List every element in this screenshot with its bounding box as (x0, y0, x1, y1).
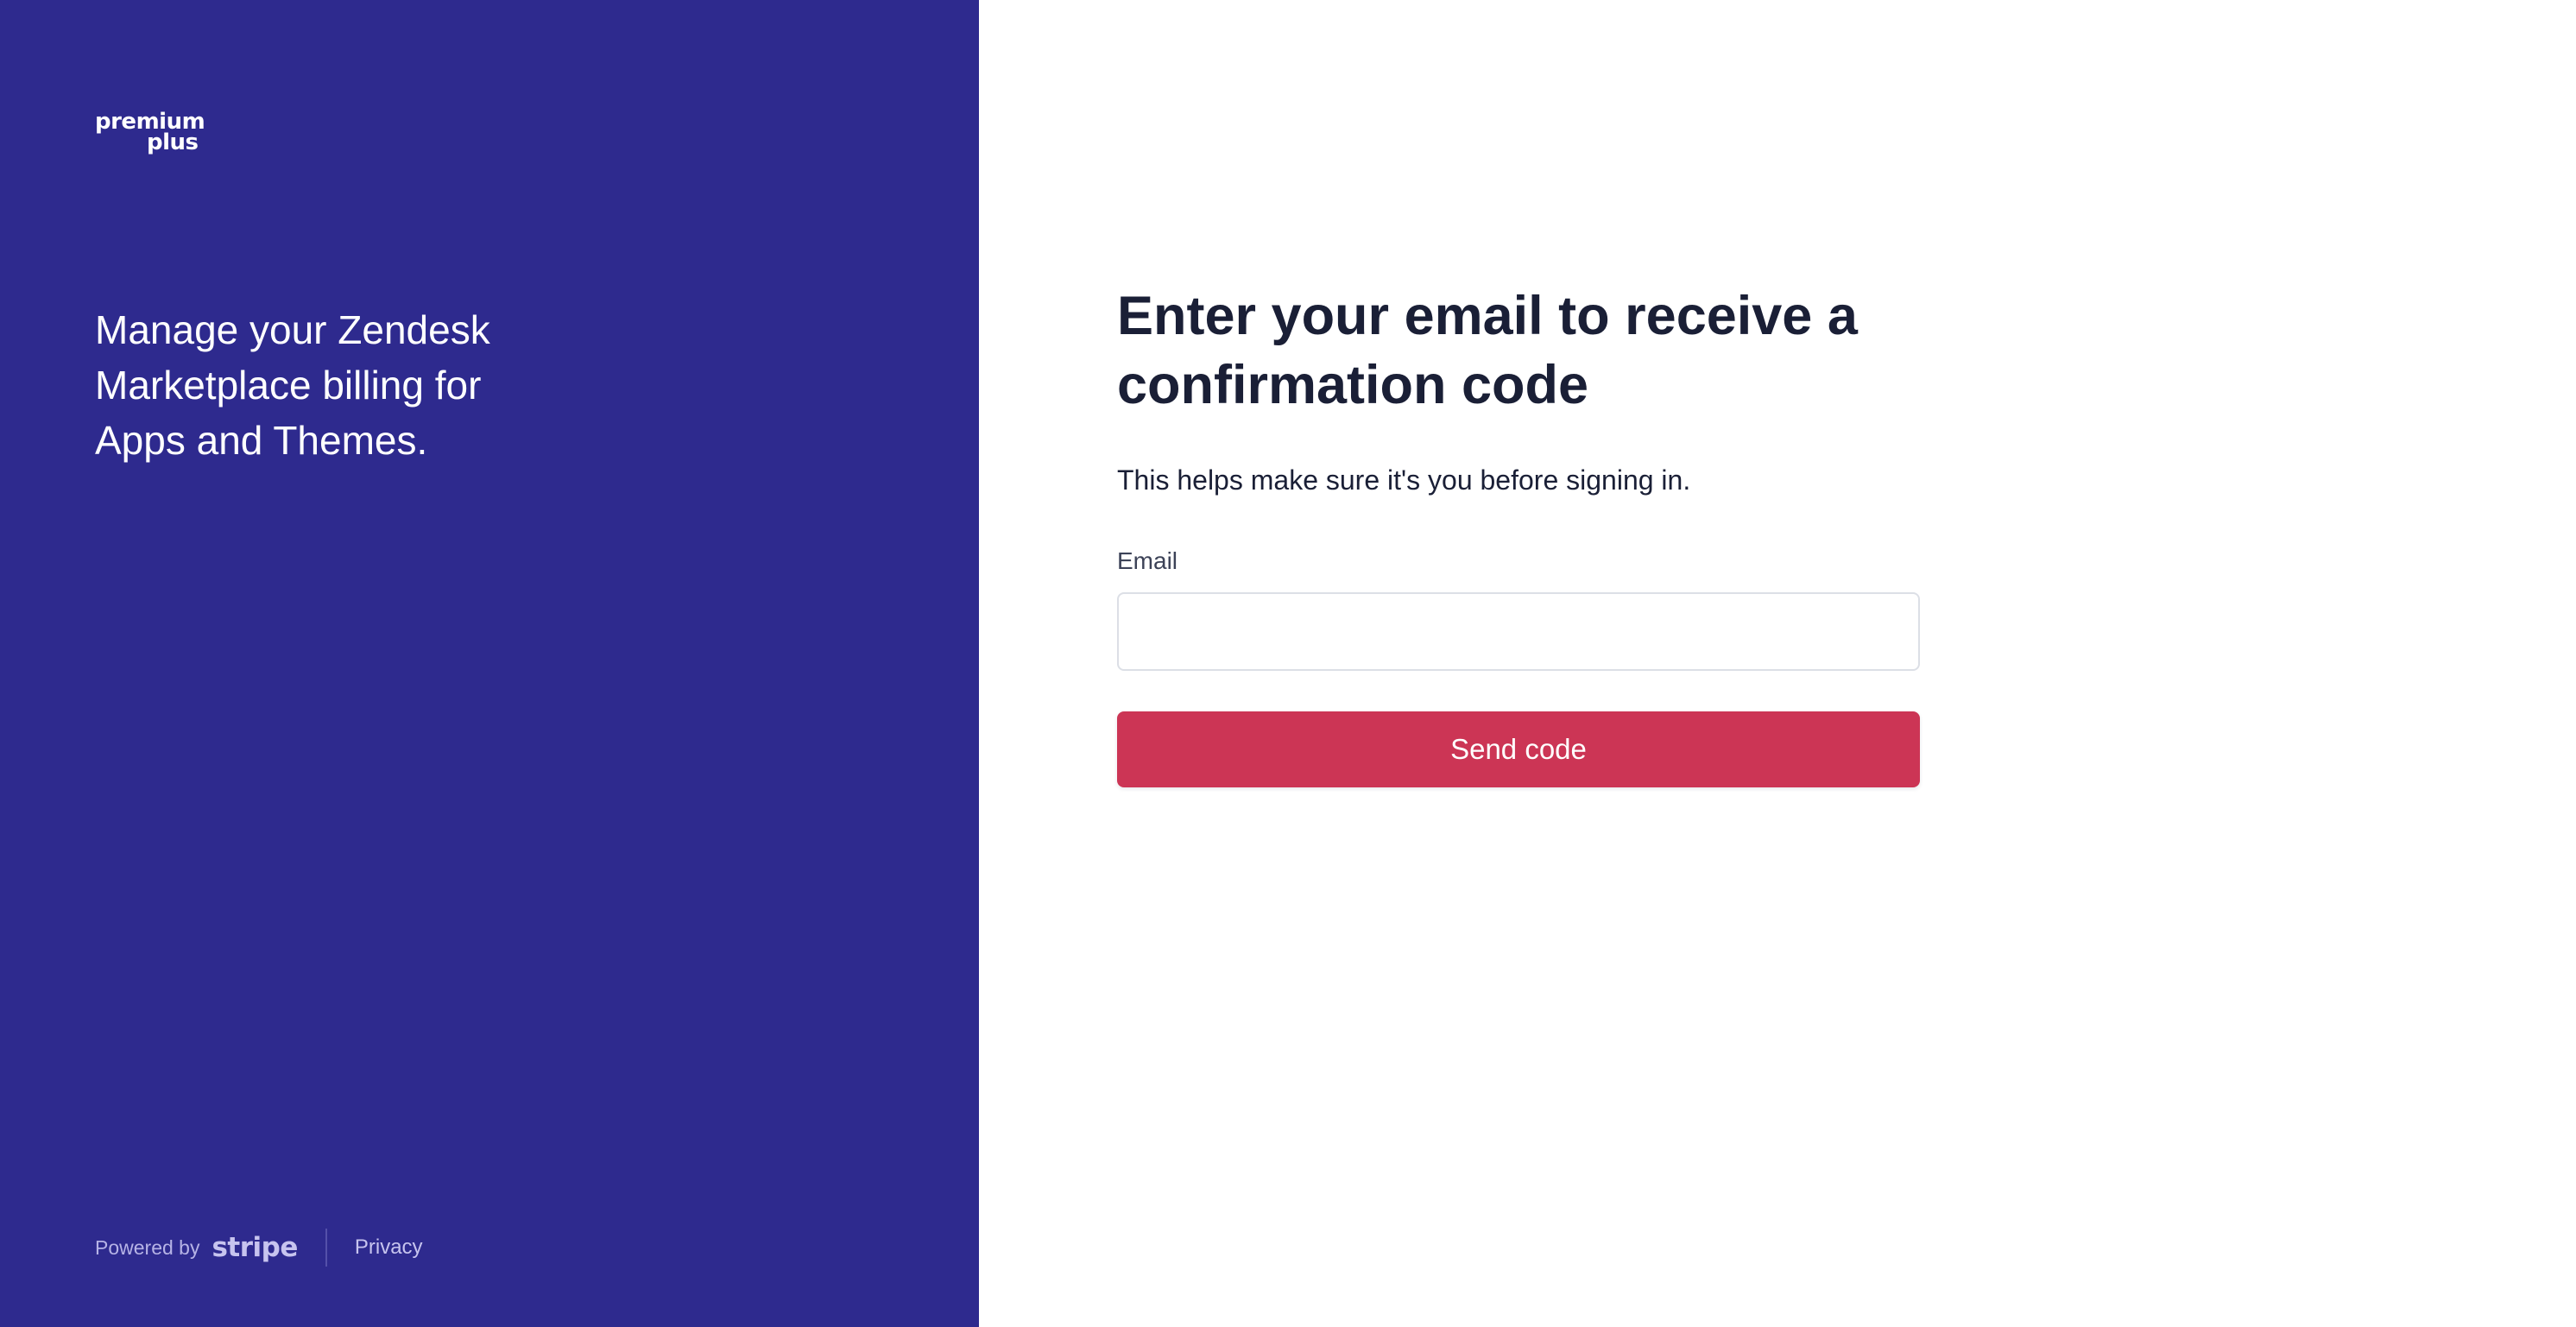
brand-panel: premium plus Manage your Zendesk Marketp… (0, 0, 979, 1327)
email-field[interactable] (1117, 592, 1920, 671)
page-subtitle: This helps make sure it's you before sig… (1117, 464, 1691, 496)
tagline: Manage your Zendesk Marketplace billing … (95, 307, 490, 463)
page-title: Enter your email to receive a confirmati… (1117, 286, 1858, 415)
premium-plus-logo: premium plus (95, 111, 224, 155)
stripe-logo[interactable]: stripe (212, 1232, 298, 1263)
form-panel: Enter your email to receive a confirmati… (979, 0, 2576, 1327)
email-label: Email (1117, 547, 1178, 574)
page: premium plus Manage your Zendesk Marketp… (0, 0, 2576, 1327)
footer-divider (325, 1229, 327, 1267)
powered-by-text: Powered by (95, 1235, 200, 1259)
logo-line-2: plus (147, 130, 199, 155)
footer: Powered by stripe Privacy (95, 1228, 423, 1267)
privacy-link[interactable]: Privacy (355, 1235, 423, 1260)
send-code-button[interactable]: Send code (1117, 711, 1920, 787)
